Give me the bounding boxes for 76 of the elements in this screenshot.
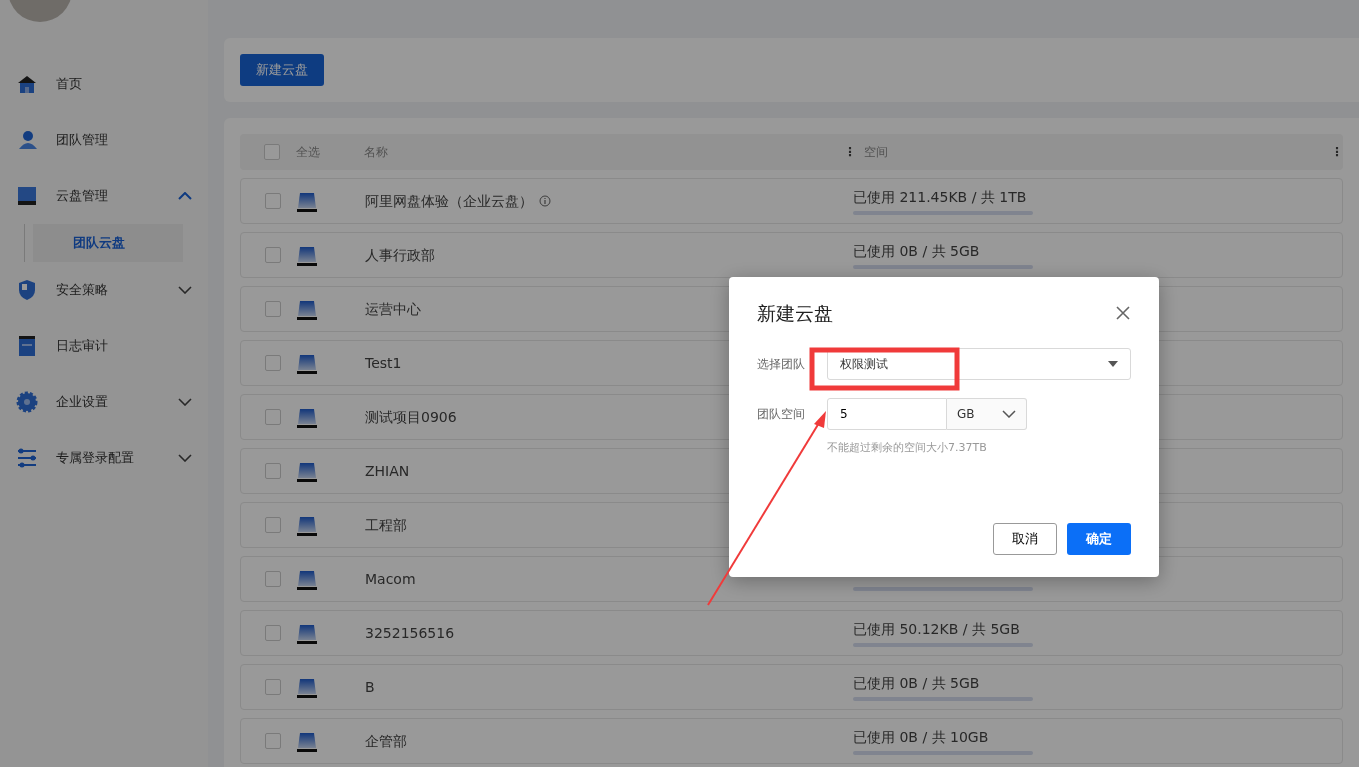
column-header: 空间 (864, 144, 888, 161)
sidebar-item[interactable]: 云盘管理 (0, 168, 208, 224)
document-icon (16, 335, 38, 357)
disk-icon (297, 623, 317, 644)
row-checkbox[interactable] (265, 301, 281, 317)
disk-name: 人事行政部 (365, 245, 435, 265)
info-icon[interactable] (539, 195, 551, 207)
disk-icon (297, 245, 317, 266)
space-usage: 已使用 50.12KB / 共 5GB (853, 620, 1021, 639)
column-header: 名称 (364, 144, 388, 161)
row-checkbox[interactable] (265, 571, 281, 587)
chevron-icon (1002, 409, 1016, 418)
home-icon (16, 73, 38, 95)
disk-name: 阿里网盘体验（企业云盘） (365, 191, 533, 211)
disk-icon (297, 731, 317, 752)
space-usage: 已使用 211.45KB / 共 1TB (853, 188, 1028, 207)
row-checkbox[interactable] (265, 409, 281, 425)
team-select[interactable]: 权限测试 (827, 347, 1131, 380)
sidebar-item[interactable]: 安全策略 (0, 262, 208, 318)
row-checkbox[interactable] (265, 247, 281, 263)
sidebar-item[interactable]: 首页 (0, 56, 208, 112)
disk-icon (16, 185, 38, 207)
new-disk-button[interactable]: 新建云盘 (240, 54, 324, 86)
disk-name: ZHIAN (365, 461, 410, 481)
disk-icon (297, 569, 317, 590)
dialog-title: 新建云盘 (757, 301, 833, 326)
unit-select[interactable]: GB (947, 397, 1027, 430)
close-icon[interactable] (1115, 305, 1131, 322)
select-all-checkbox[interactable] (264, 144, 280, 160)
row-checkbox[interactable] (265, 193, 281, 209)
row-checkbox[interactable] (265, 625, 281, 641)
shield-icon (16, 279, 38, 301)
table-row[interactable]: 阿里网盘体验（企业云盘） 已使用 211.45KB / 共 1TB (240, 178, 1343, 224)
disk-icon (297, 191, 317, 212)
disk-name: 企管部 (365, 731, 407, 751)
table-row[interactable]: B 已使用 0B / 共 5GB (240, 664, 1343, 710)
row-checkbox[interactable] (265, 463, 281, 479)
disk-name: Macom (365, 569, 416, 589)
user-icon (16, 129, 38, 151)
field-label: 选择团队 (757, 355, 806, 373)
disk-icon (297, 407, 317, 428)
disk-icon (297, 353, 317, 374)
disk-name: B (365, 677, 375, 697)
cancel-button[interactable]: 取消 (993, 523, 1057, 555)
space-usage: 已使用 0B / 共 5GB (853, 242, 981, 261)
row-checkbox[interactable] (265, 355, 281, 371)
space-usage: 已使用 0B / 共 5GB (853, 674, 981, 693)
disk-name: 测试项目0906 (365, 407, 457, 427)
table-row[interactable]: 企管部 已使用 0B / 共 10GB (240, 718, 1343, 764)
space-usage: 已使用 0B / 共 10GB (853, 728, 990, 747)
disk-icon (297, 515, 317, 536)
row-checkbox[interactable] (265, 679, 281, 695)
gear-icon (16, 391, 38, 413)
disk-icon (297, 461, 317, 482)
field-label: 团队空间 (757, 405, 806, 423)
row-checkbox[interactable] (265, 733, 281, 749)
disk-icon (297, 299, 317, 320)
sidebar-item[interactable]: 企业设置 (0, 374, 208, 430)
select-all-label: 全选 (296, 145, 320, 159)
column-resize-handle[interactable]: ⋮ (1331, 143, 1343, 161)
confirm-button[interactable]: 确定 (1067, 523, 1131, 555)
disk-name: Test1 (365, 353, 402, 373)
row-checkbox[interactable] (265, 517, 281, 533)
disk-name: 运营中心 (365, 299, 421, 319)
disk-icon (297, 677, 317, 698)
space-input[interactable]: 5 (827, 397, 947, 430)
disk-name: 3252156516 (365, 623, 455, 643)
table-row[interactable]: 3252156516 已使用 50.12KB / 共 5GB (240, 610, 1343, 656)
submenu-item[interactable]: 团队云盘 (33, 224, 183, 262)
column-resize-handle[interactable]: ⋮ (844, 143, 856, 161)
sidebar-item[interactable]: 团队管理 (0, 112, 208, 168)
sliders-icon (16, 447, 38, 469)
sidebar-item[interactable]: 日志审计 (0, 318, 208, 374)
disk-name: 工程部 (365, 515, 407, 535)
caret-icon (1108, 360, 1118, 367)
sidebar-item[interactable]: 专属登录配置 (0, 430, 208, 486)
